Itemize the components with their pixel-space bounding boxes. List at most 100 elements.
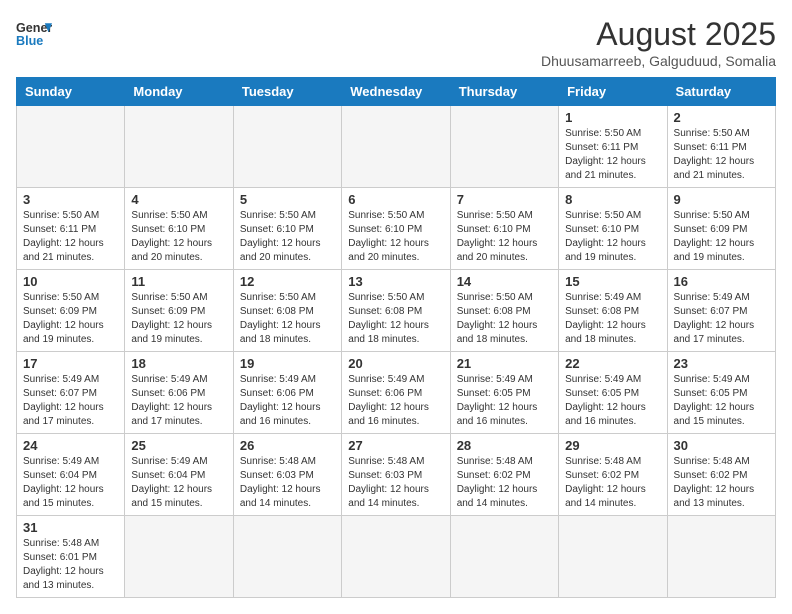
day-number: 14 — [457, 274, 552, 289]
day-info: Sunrise: 5:49 AM Sunset: 6:05 PM Dayligh… — [674, 373, 769, 429]
calendar-cell: 31Sunrise: 5:48 AM Sunset: 6:01 PM Dayli… — [17, 516, 125, 598]
calendar-cell: 3 Sunrise: 5:50 AM Sunset: 6:11 PM Daylig… — [17, 188, 125, 270]
day-info: Sunrise: 5:48 AM Sunset: 6:02 PM Dayligh… — [565, 455, 660, 511]
day-info: Sunrise: 5:48 AM Sunset: 6:02 PM Dayligh… — [674, 455, 769, 511]
day-number: 29 — [565, 438, 660, 453]
calendar-cell: 5Sunrise: 5:50 AM Sunset: 6:10 PM Daylig… — [233, 188, 341, 270]
day-number: 8 — [565, 192, 660, 207]
day-info: Sunrise: 5:49 AM Sunset: 6:06 PM Dayligh… — [348, 373, 443, 429]
day-number: 12 — [240, 274, 335, 289]
calendar-cell: 27 Sunrise: 5:48 AM Sunset: 6:03 PM Dayli… — [342, 434, 450, 516]
calendar-week-6: 31Sunrise: 5:48 AM Sunset: 6:01 PM Dayli… — [17, 516, 776, 598]
day-info: Sunrise: 5:49 AM Sunset: 6:05 PM Dayligh… — [457, 373, 552, 429]
day-number: 21 — [457, 356, 552, 371]
calendar-cell: 24Sunrise: 5:49 AM Sunset: 6:04 PM Dayli… — [17, 434, 125, 516]
calendar: SundayMondayTuesdayWednesdayThursdayFrid… — [16, 77, 776, 598]
calendar-cell — [667, 516, 775, 598]
calendar-cell — [233, 516, 341, 598]
calendar-cell: 19 Sunrise: 5:49 AM Sunset: 6:06 PM Dayli… — [233, 352, 341, 434]
calendar-cell: 13Sunrise: 5:50 AM Sunset: 6:08 PM Dayli… — [342, 270, 450, 352]
calendar-cell — [17, 106, 125, 188]
logo: General Blue — [16, 16, 52, 52]
day-info: Sunrise: 5:50 AM Sunset: 6:11 PM Dayligh… — [565, 127, 660, 183]
day-info: Sunrise: 5:50 AM Sunset: 6:10 PM Dayligh… — [348, 209, 443, 265]
day-number: 10 — [23, 274, 118, 289]
day-info: Sunrise: 5:49 AM Sunset: 6:04 PM Dayligh… — [131, 455, 226, 511]
day-info: Sunrise: 5:50 AM Sunset: 6:11 PM Dayligh… — [23, 209, 118, 265]
subtitle: Dhuusamarreeb, Galguduud, Somalia — [541, 53, 776, 69]
calendar-cell: 22 Sunrise: 5:49 AM Sunset: 6:05 PM Dayli… — [559, 352, 667, 434]
calendar-cell: 2Sunrise: 5:50 AM Sunset: 6:11 PM Daylig… — [667, 106, 775, 188]
day-number: 9 — [674, 192, 769, 207]
day-info: Sunrise: 5:50 AM Sunset: 6:09 PM Dayligh… — [23, 291, 118, 347]
calendar-cell: 9Sunrise: 5:50 AM Sunset: 6:09 PM Daylig… — [667, 188, 775, 270]
weekday-header-friday: Friday — [559, 78, 667, 106]
day-number: 3 — [23, 192, 118, 207]
calendar-cell: 1 Sunrise: 5:50 AM Sunset: 6:11 PM Daylig… — [559, 106, 667, 188]
day-number: 7 — [457, 192, 552, 207]
day-number: 18 — [131, 356, 226, 371]
header: General Blue August 2025 Dhuusamarreeb, … — [16, 16, 776, 69]
day-info: Sunrise: 5:49 AM Sunset: 6:05 PM Dayligh… — [565, 373, 660, 429]
calendar-cell — [342, 106, 450, 188]
day-number: 4 — [131, 192, 226, 207]
day-info: Sunrise: 5:49 AM Sunset: 6:07 PM Dayligh… — [23, 373, 118, 429]
calendar-cell: 4Sunrise: 5:50 AM Sunset: 6:10 PM Daylig… — [125, 188, 233, 270]
day-info: Sunrise: 5:50 AM Sunset: 6:11 PM Dayligh… — [674, 127, 769, 183]
day-number: 27 — [348, 438, 443, 453]
day-number: 16 — [674, 274, 769, 289]
calendar-cell: 20 Sunrise: 5:49 AM Sunset: 6:06 PM Dayli… — [342, 352, 450, 434]
calendar-week-4: 17 Sunrise: 5:49 AM Sunset: 6:07 PM Dayli… — [17, 352, 776, 434]
calendar-cell: 17 Sunrise: 5:49 AM Sunset: 6:07 PM Dayli… — [17, 352, 125, 434]
calendar-cell — [125, 106, 233, 188]
day-info: Sunrise: 5:48 AM Sunset: 6:03 PM Dayligh… — [348, 455, 443, 511]
calendar-cell: 14Sunrise: 5:50 AM Sunset: 6:08 PM Dayli… — [450, 270, 558, 352]
day-number: 20 — [348, 356, 443, 371]
day-info: Sunrise: 5:48 AM Sunset: 6:03 PM Dayligh… — [240, 455, 335, 511]
day-number: 15 — [565, 274, 660, 289]
calendar-cell — [125, 516, 233, 598]
day-info: Sunrise: 5:50 AM Sunset: 6:10 PM Dayligh… — [565, 209, 660, 265]
calendar-week-3: 10 Sunrise: 5:50 AM Sunset: 6:09 PM Dayli… — [17, 270, 776, 352]
day-number: 5 — [240, 192, 335, 207]
calendar-cell: 29 Sunrise: 5:48 AM Sunset: 6:02 PM Dayli… — [559, 434, 667, 516]
weekday-header-wednesday: Wednesday — [342, 78, 450, 106]
main-title: August 2025 — [541, 16, 776, 53]
day-number: 13 — [348, 274, 443, 289]
calendar-cell: 25 Sunrise: 5:49 AM Sunset: 6:04 PM Dayli… — [125, 434, 233, 516]
day-number: 1 — [565, 110, 660, 125]
day-number: 6 — [348, 192, 443, 207]
day-info: Sunrise: 5:49 AM Sunset: 6:06 PM Dayligh… — [240, 373, 335, 429]
day-info: Sunrise: 5:50 AM Sunset: 6:08 PM Dayligh… — [240, 291, 335, 347]
calendar-week-1: 1 Sunrise: 5:50 AM Sunset: 6:11 PM Daylig… — [17, 106, 776, 188]
calendar-week-5: 24Sunrise: 5:49 AM Sunset: 6:04 PM Dayli… — [17, 434, 776, 516]
calendar-cell: 15Sunrise: 5:49 AM Sunset: 6:08 PM Dayli… — [559, 270, 667, 352]
day-number: 22 — [565, 356, 660, 371]
calendar-cell: 18Sunrise: 5:49 AM Sunset: 6:06 PM Dayli… — [125, 352, 233, 434]
day-number: 25 — [131, 438, 226, 453]
calendar-cell: 21 Sunrise: 5:49 AM Sunset: 6:05 PM Dayli… — [450, 352, 558, 434]
day-number: 28 — [457, 438, 552, 453]
calendar-cell — [450, 516, 558, 598]
day-info: Sunrise: 5:50 AM Sunset: 6:10 PM Dayligh… — [457, 209, 552, 265]
day-number: 17 — [23, 356, 118, 371]
calendar-week-2: 3 Sunrise: 5:50 AM Sunset: 6:11 PM Daylig… — [17, 188, 776, 270]
weekday-header-saturday: Saturday — [667, 78, 775, 106]
day-number: 30 — [674, 438, 769, 453]
calendar-cell: 28Sunrise: 5:48 AM Sunset: 6:02 PM Dayli… — [450, 434, 558, 516]
calendar-cell — [450, 106, 558, 188]
calendar-cell — [233, 106, 341, 188]
calendar-cell: 16 Sunrise: 5:49 AM Sunset: 6:07 PM Dayli… — [667, 270, 775, 352]
svg-text:Blue: Blue — [16, 34, 43, 48]
calendar-cell — [342, 516, 450, 598]
logo-icon: General Blue — [16, 16, 52, 52]
day-number: 11 — [131, 274, 226, 289]
day-number: 19 — [240, 356, 335, 371]
calendar-cell: 11Sunrise: 5:50 AM Sunset: 6:09 PM Dayli… — [125, 270, 233, 352]
calendar-cell: 26Sunrise: 5:48 AM Sunset: 6:03 PM Dayli… — [233, 434, 341, 516]
weekday-header-tuesday: Tuesday — [233, 78, 341, 106]
day-info: Sunrise: 5:49 AM Sunset: 6:07 PM Dayligh… — [674, 291, 769, 347]
day-number: 23 — [674, 356, 769, 371]
day-info: Sunrise: 5:48 AM Sunset: 6:01 PM Dayligh… — [23, 537, 118, 593]
weekday-header-thursday: Thursday — [450, 78, 558, 106]
